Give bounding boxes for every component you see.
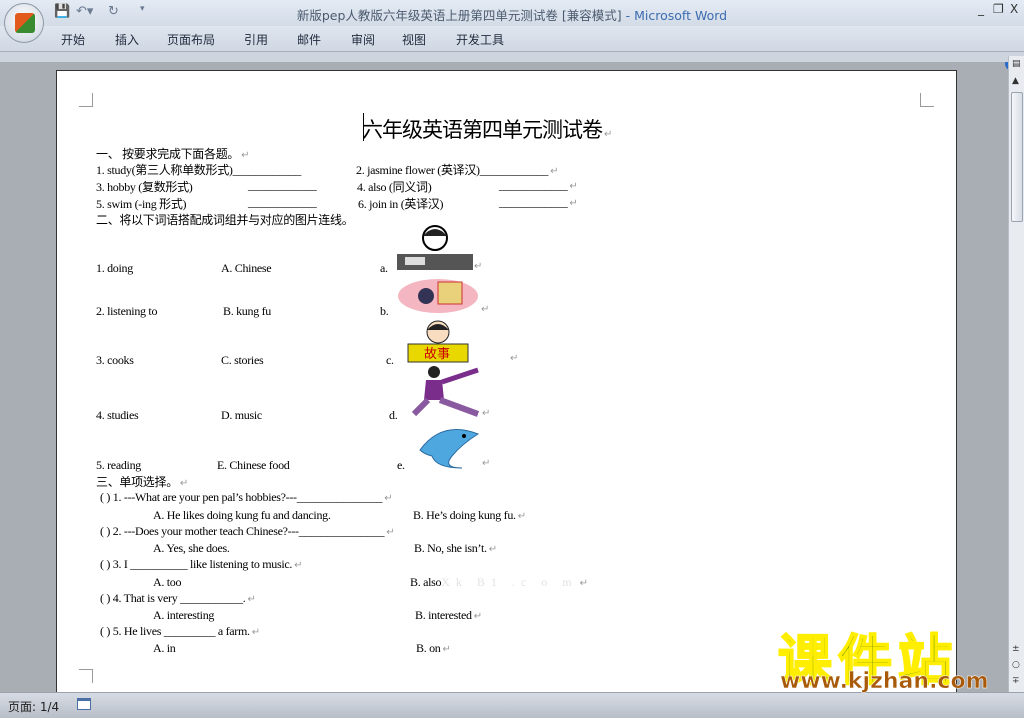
section-1-heading: 一、 按要求完成下面各题。 ↵ xyxy=(96,147,250,161)
s2-picture-label: e. xyxy=(397,458,405,472)
image-caption: 故事 xyxy=(424,346,450,361)
next-page-icon[interactable]: ∓ xyxy=(1012,676,1020,686)
s2-phrase: 2. listening to xyxy=(96,304,158,318)
s2-option: B. kung fu xyxy=(223,304,272,318)
s1-item: 3. hobby (复数形式) xyxy=(96,180,193,194)
s2-phrase: 1. doing xyxy=(96,261,133,275)
q2-option-a: A. Yes, she does. xyxy=(153,541,230,555)
s2-picture-label: a. xyxy=(380,261,388,275)
office-button[interactable] xyxy=(4,3,44,43)
s2-picture-label: b. xyxy=(380,304,389,318)
s2-picture-label: d. xyxy=(389,408,398,422)
watermark: Xk B1 .c o m xyxy=(441,575,578,589)
s2-option: C. stories xyxy=(221,353,264,367)
listening-music-image xyxy=(398,279,478,313)
previous-page-icon[interactable]: ± xyxy=(1012,644,1020,654)
s2-picture-label: c. xyxy=(386,353,394,367)
girl-reading-stories-image: 故事 xyxy=(407,320,469,363)
tab-insert[interactable]: 插入 xyxy=(115,31,139,48)
s2-option: A. Chinese xyxy=(221,261,272,275)
paragraph-mark: ↵ xyxy=(510,353,519,364)
ruler-toggle-icon[interactable]: ▤ xyxy=(1012,59,1021,69)
s1-item: 1. study(第三人称单数形式)____________ xyxy=(96,163,301,177)
girl-cooking-image xyxy=(397,225,473,270)
s2-phrase: 4. studies xyxy=(96,408,139,422)
vertical-scrollbar[interactable]: ▤ ▲ ± ○ ∓ xyxy=(1008,56,1024,692)
dolphin-image xyxy=(419,429,480,469)
document-title: 六年级英语第四单元测试卷 ↵ xyxy=(362,118,612,142)
minimize-button[interactable]: _ xyxy=(978,2,984,16)
restore-button[interactable]: ❐ xyxy=(993,2,1004,16)
margin-corner xyxy=(920,93,934,107)
s1-blank: ____________ xyxy=(248,178,317,192)
s1-item: 6. join in (英译汉) xyxy=(358,197,444,211)
s1-blank: ____________ ↵ xyxy=(499,195,578,209)
brand-url-logo: www.kjzhan.com xyxy=(780,669,989,695)
margin-corner xyxy=(79,669,93,683)
s2-phrase: 3. cooks xyxy=(96,353,134,367)
question-3: ( ) 3. I __________ like listening to mu… xyxy=(100,557,303,571)
app-name: - Microsoft Word xyxy=(621,8,728,23)
office-logo-icon xyxy=(15,13,35,33)
margin-corner xyxy=(79,93,93,107)
s1-blank: ____________ xyxy=(248,195,317,209)
question-4: ( ) 4. That is very ___________. ↵ xyxy=(100,591,256,605)
section-2-heading: 二、将以下词语搭配成词组并与对应的图片连线。 xyxy=(96,213,354,227)
tab-references[interactable]: 引用 xyxy=(244,31,268,48)
q2-option-b: B. No, she isn’t. ↵ xyxy=(414,541,497,555)
paragraph-mark: ↵ xyxy=(482,458,491,469)
scrollbar-thumb[interactable] xyxy=(1011,92,1023,222)
section-3-heading: 三、单项选择。 ↵ xyxy=(96,475,188,489)
q3-option-a: A. too xyxy=(153,575,182,589)
s2-option: D. music xyxy=(221,408,262,422)
s1-item: 5. swim (-ing 形式) xyxy=(96,197,187,211)
q4-option-a: A. interesting xyxy=(153,608,215,622)
q5-option-a: A. in xyxy=(153,641,176,655)
question-2: ( ) 2. ---Does your mother teach Chinese… xyxy=(100,524,395,538)
question-1: ( ) 1. ---What are your pen pal’s hobbie… xyxy=(100,490,393,504)
q5-option-b: B. on ↵ xyxy=(416,641,451,655)
title-bar: 💾 ↶▾ ↻ ▾ 新版pep人教版六年级英语上册第四单元测试卷 [兼容模式] -… xyxy=(0,0,1024,26)
tab-page-layout[interactable]: 页面布局 xyxy=(167,31,215,48)
document-name: 新版pep人教版六年级英语上册第四单元测试卷 [兼容模式] xyxy=(296,8,622,23)
s1-item: 4. also (同义词) xyxy=(357,180,432,194)
q1-option-b: B. He’s doing kung fu. ↵ xyxy=(413,508,526,522)
s1-blank: ____________ ↵ xyxy=(499,178,578,192)
q3-option-b: B. alsoXk B1 .c o m ↵ xyxy=(410,575,588,589)
s2-option: E. Chinese food xyxy=(217,458,290,472)
proofing-icon[interactable] xyxy=(77,698,91,710)
status-bar: 页面: 1/4 xyxy=(0,692,1024,718)
question-5: ( ) 5. He lives _________ a farm. ↵ xyxy=(100,624,260,638)
close-button[interactable]: X xyxy=(1010,2,1018,16)
ribbon: ? xyxy=(0,26,1024,71)
paragraph-mark: ↵ xyxy=(474,261,483,272)
s1-item: 2. jasmine flower (英译汉)____________ ↵ xyxy=(356,163,559,177)
q4-option-b: B. interested ↵ xyxy=(415,608,482,622)
tab-mailings[interactable]: 邮件 xyxy=(297,31,321,48)
tab-home[interactable]: 开始 xyxy=(61,31,85,48)
ribbon-collapsed-area xyxy=(0,52,1024,62)
window-title: 新版pep人教版六年级英语上册第四单元测试卷 [兼容模式] - Microsof… xyxy=(0,5,1024,24)
page-count[interactable]: 页面: 1/4 xyxy=(8,698,59,715)
tab-review[interactable]: 审阅 xyxy=(351,31,375,48)
tab-view[interactable]: 视图 xyxy=(402,31,426,48)
tab-developer[interactable]: 开发工具 xyxy=(456,31,504,48)
kung-fu-image xyxy=(411,366,480,417)
paragraph-mark: ↵ xyxy=(482,408,491,419)
paragraph-mark: ↵ xyxy=(481,304,490,315)
select-browse-object-icon[interactable]: ○ xyxy=(1012,660,1020,670)
scroll-up-icon[interactable]: ▲ xyxy=(1012,76,1019,86)
s2-phrase: 5. reading xyxy=(96,458,141,472)
q1-option-a: A. He likes doing kung fu and dancing. xyxy=(153,508,331,522)
